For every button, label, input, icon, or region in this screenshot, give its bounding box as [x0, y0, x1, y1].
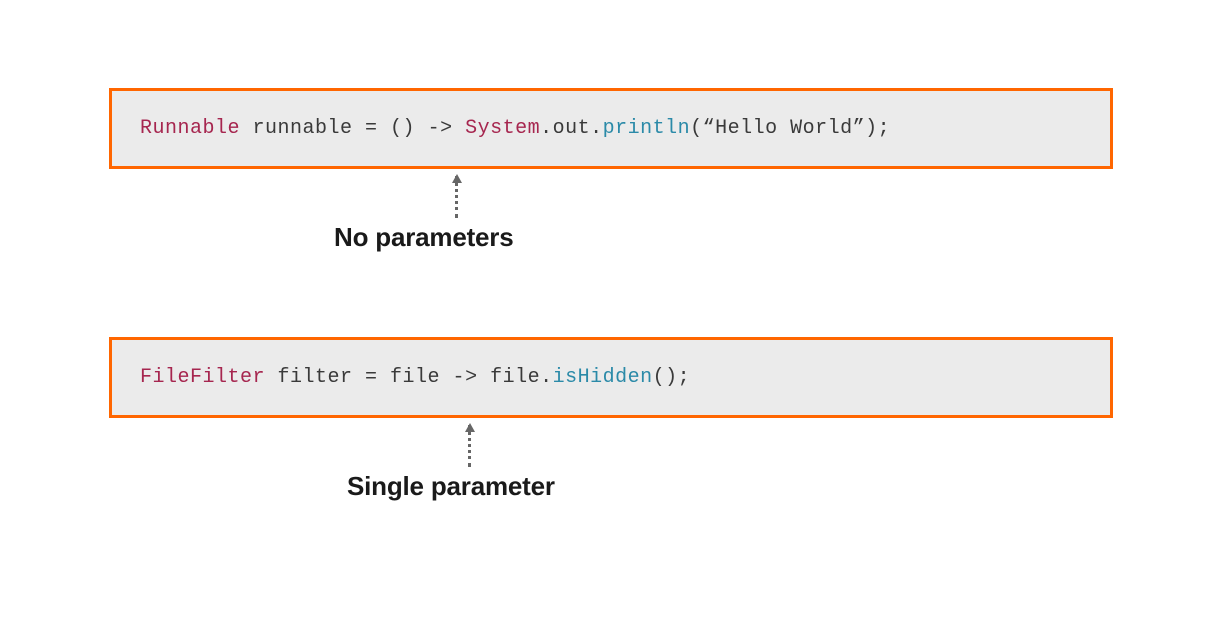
token-dot-out: .out.: [540, 117, 603, 140]
code-box-no-parameters: Runnable runnable = () -> System.out.pri…: [109, 88, 1113, 169]
code-box-single-parameter: FileFilter filter = file -> file.isHidde…: [109, 337, 1113, 418]
annotation-single-parameter: Single parameter: [347, 471, 555, 502]
code-line-2: FileFilter filter = file -> file.isHidde…: [140, 366, 690, 389]
token-type-runnable: Runnable: [140, 117, 240, 140]
token-method-println: println: [603, 117, 691, 140]
token-type-filefilter: FileFilter: [140, 366, 265, 389]
token-mid: filter = file -> file.: [265, 366, 553, 389]
token-open-paren: (: [690, 117, 703, 140]
token-method-ishidden: isHidden: [553, 366, 653, 389]
token-arrow: ->: [415, 117, 465, 140]
token-params: (): [390, 117, 415, 140]
token-system: System: [465, 117, 540, 140]
token-close: );: [865, 117, 890, 140]
annotation-no-parameters: No parameters: [334, 222, 513, 253]
token-var: runnable =: [240, 117, 390, 140]
code-line-1: Runnable runnable = () -> System.out.pri…: [140, 117, 890, 140]
arrow-single-parameter: [468, 425, 471, 467]
token-string: “Hello World”: [703, 117, 866, 140]
arrow-no-parameters: [455, 176, 458, 218]
token-end: ();: [653, 366, 691, 389]
